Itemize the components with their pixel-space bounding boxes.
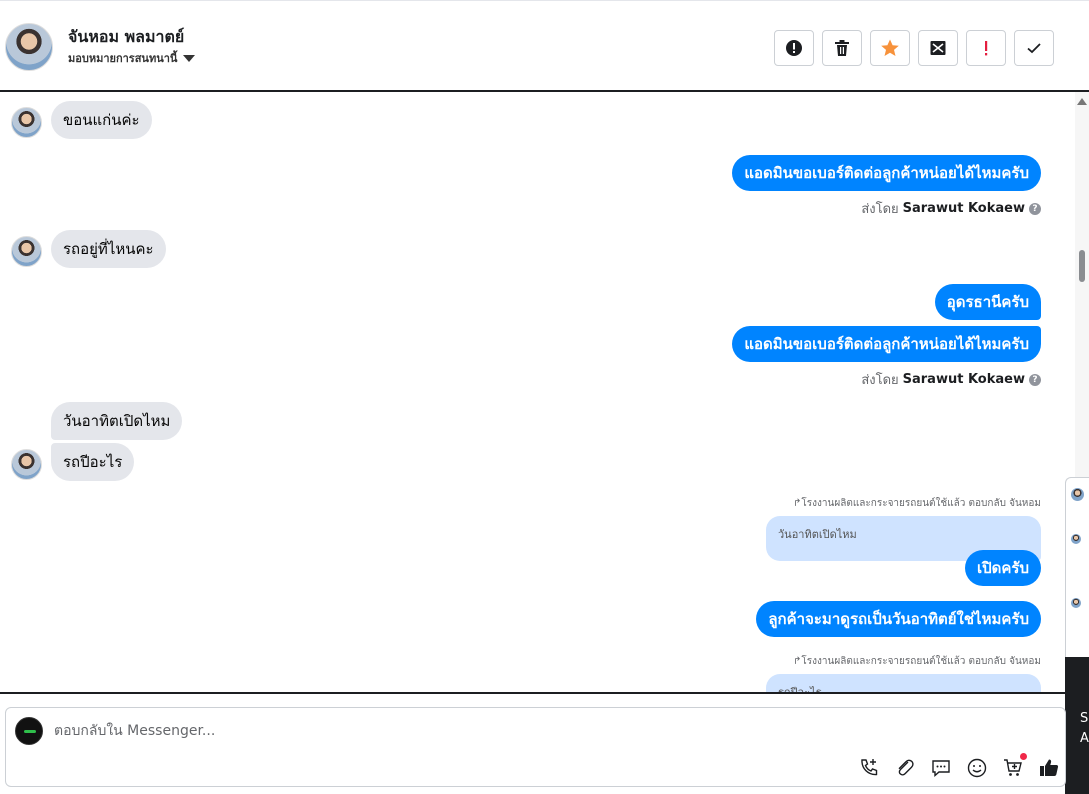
delete-button[interactable] — [822, 30, 862, 66]
mark-unread-button[interactable] — [918, 30, 958, 66]
exclamation-icon — [985, 41, 988, 56]
scroll-up-arrow-icon[interactable] — [1077, 98, 1087, 105]
incoming-message[interactable]: รถอยู่ที่ไหนคะ — [51, 230, 166, 268]
reply-input[interactable] — [54, 720, 654, 742]
smiley-icon — [967, 758, 987, 778]
sent-by-label: ส่งโดย Sarawut Kokaew ? — [861, 198, 1041, 219]
check-icon — [1027, 43, 1041, 54]
contact-avatar[interactable] — [5, 23, 53, 71]
sent-by-label: ส่งโดย Sarawut Kokaew ? — [861, 369, 1041, 390]
star-icon — [881, 39, 899, 56]
outgoing-message[interactable]: อุดรธานีครับ — [934, 284, 1041, 320]
incoming-message[interactable]: รถปีอะไร — [51, 443, 135, 481]
side-avatar[interactable] — [1071, 488, 1084, 501]
report-spam-button[interactable] — [774, 30, 814, 66]
emoji-button[interactable] — [965, 756, 989, 780]
sent-by-prefix: ส่งโดย — [861, 202, 899, 217]
contact-avatar-small — [11, 107, 42, 138]
contact-avatar-small — [11, 449, 42, 480]
composer-actions — [857, 753, 1061, 780]
sent-by-agent: Sarawut Kokaew — [902, 201, 1025, 216]
sent-by-prefix: ส่งโดย — [861, 373, 899, 388]
side-panel-letter: A — [1080, 731, 1089, 746]
add-to-cart-button[interactable] — [1001, 753, 1027, 780]
incoming-message[interactable]: วันอาทิตเปิดไหม — [51, 402, 183, 440]
outgoing-message[interactable]: เปิดครับ — [964, 550, 1041, 586]
side-avatar[interactable] — [1071, 534, 1081, 544]
assign-conversation-dropdown[interactable]: มอบหมายการสนทนานี้ — [68, 49, 196, 67]
trash-icon — [835, 40, 849, 56]
message-thread: ขอนแก่นค่ะ แอดมินขอเบอร์ติดต่อลูกค้าหน่อ… — [0, 92, 1089, 694]
thumbs-up-icon — [1040, 759, 1059, 776]
incoming-message[interactable]: ขอนแก่นค่ะ — [51, 101, 152, 139]
envelope-x-icon — [930, 41, 946, 55]
paperclip-icon — [898, 759, 914, 776]
cart-plus-icon — [1004, 759, 1022, 776]
chat-bubble-icon — [932, 760, 950, 778]
call-button[interactable] — [857, 756, 881, 780]
conversation-header: จันหอม พลมาตย์ มอบหมายการสนทนานี้ — [0, 0, 1089, 92]
notification-dot — [1020, 753, 1027, 760]
sent-by-agent: Sarawut Kokaew — [902, 372, 1025, 387]
contact-name[interactable]: จันหอม พลมาตย์ — [68, 25, 184, 50]
side-avatar[interactable] — [1071, 598, 1081, 608]
contact-avatar-small — [11, 236, 42, 267]
help-icon[interactable]: ? — [1029, 202, 1041, 215]
quoted-message[interactable]: รถปีอะไร — [766, 674, 1041, 692]
inbox-conversation-view: จันหอม พลมาตย์ มอบหมายการสนทนานี้ ขอนแก่… — [0, 0, 1089, 794]
like-button[interactable] — [1037, 756, 1061, 780]
side-chat-list — [1065, 477, 1089, 663]
help-icon[interactable]: ? — [1029, 373, 1041, 386]
side-panel-letter: S — [1080, 711, 1089, 726]
outgoing-message[interactable]: แอดมินขอเบอร์ติดต่อลูกค้าหน่อยได้ไหมครับ — [732, 326, 1041, 362]
mark-done-button[interactable] — [1014, 30, 1054, 66]
reply-context: ↱โรงงานผลิตและกระจายรถยนต์ใช้แล้ว ตอบกลั… — [793, 656, 1041, 667]
alert-circle-icon — [786, 40, 802, 56]
attach-button[interactable] — [893, 756, 917, 780]
outgoing-message[interactable]: แอดมินขอเบอร์ติดต่อลูกค้าหน่อยได้ไหมครับ — [732, 155, 1041, 191]
page-avatar — [15, 717, 43, 745]
mark-important-button[interactable] — [966, 30, 1006, 66]
scroll-thumb[interactable] — [1079, 250, 1085, 282]
reply-context: ↱โรงงานผลิตและกระจายรถยนต์ใช้แล้ว ตอบกลั… — [793, 498, 1041, 509]
star-button[interactable] — [870, 30, 910, 66]
message-composer — [5, 707, 1066, 787]
saved-replies-button[interactable] — [929, 756, 953, 780]
side-dark-panel: S A — [1065, 657, 1089, 794]
outgoing-message[interactable]: ลูกค้าจะมาดูรถเป็นวันอาทิตย์ใช่ไหมครับ — [756, 601, 1041, 637]
phone-plus-icon — [861, 759, 878, 776]
assign-label: มอบหมายการสนทนานี้ — [68, 52, 178, 65]
caret-down-icon — [183, 54, 196, 62]
conversation-toolbar — [774, 30, 1054, 66]
